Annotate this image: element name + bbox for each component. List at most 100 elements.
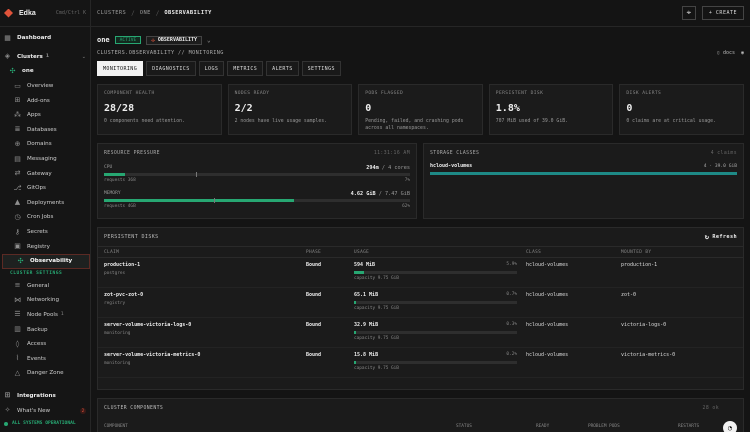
network-icon: ⋈ [14, 295, 21, 304]
page-subtitle: CLUSTERS.OBSERVABILITY // MONITORING [97, 50, 224, 56]
page-subheader: CLUSTERS.OBSERVABILITY // MONITORING ▯ d… [97, 48, 744, 58]
sidebar-item-messaging[interactable]: ▤ Messaging [0, 152, 90, 167]
components-count: 28 ok [702, 405, 719, 411]
table-row[interactable]: zot-pvc-zot-0 registry Bound 65.1 MiB 0.7%… [98, 288, 743, 318]
database-icon: ≣ [14, 125, 21, 134]
sidebar-item-label: Messaging [27, 156, 57, 163]
sidebar-item-label: Apps [27, 112, 41, 119]
sidebar-item-databases[interactable]: ≣ Databases [0, 123, 90, 138]
cluster-settings-heading: CLUSTER SETTINGS [10, 271, 63, 276]
tab-metrics[interactable]: METRICS [227, 61, 264, 76]
column-header[interactable]: MOUNTED BY [621, 250, 737, 255]
rocket-icon: ▲ [14, 198, 21, 207]
docs-link[interactable]: ▯ docs [717, 50, 735, 56]
assistant-button[interactable]: ◔ [723, 421, 737, 432]
sidebar-item-secrets[interactable]: ⚷ Secrets [0, 225, 90, 240]
sidebar-item-gateway[interactable]: ⇄ Gateway [0, 166, 90, 181]
claim-usage-percent: 0.2% [506, 352, 517, 357]
stats-row: COMPONENT HEALTH 28/28 0 components need… [97, 84, 744, 135]
section-selector[interactable]: ✣ OBSERVABILITY [146, 35, 203, 45]
panel-timestamp: 11:31:16 AM [373, 150, 410, 156]
cluster-switch-button[interactable]: ⌖ [681, 6, 696, 20]
sidebar-item-danger-zone[interactable]: △ Danger Zone [0, 366, 90, 381]
sidebar-item-access[interactable]: ◊ Access [0, 337, 90, 352]
table-body: production-1 postgres Bound 594 MiB 5.9% ca… [98, 258, 743, 378]
tab-alerts[interactable]: ALERTS [266, 61, 299, 76]
claim-mounted-by: victoria-logs-0 [621, 322, 667, 328]
claim-class: hcloud-volumes [526, 292, 569, 298]
sidebar-item-node-pools[interactable]: ☰ Node Pools 1 [0, 308, 90, 323]
sidebar-item-label: Observability [30, 258, 73, 265]
github-icon[interactable]: ◉ [741, 50, 744, 56]
monitor-icon: ▭ [14, 81, 21, 90]
claim-name: production-1 [104, 262, 141, 268]
cluster-icon: ✣ [9, 66, 16, 75]
sidebar-item-label: Registry [27, 243, 50, 250]
sidebar-item-events[interactable]: ⌇ Events [0, 351, 90, 366]
tab-logs[interactable]: LOGS [198, 61, 225, 76]
column-header[interactable]: RESTARTS [678, 424, 699, 429]
claim-phase: Bound [306, 292, 322, 298]
column-header[interactable]: COMPONENT [104, 424, 456, 429]
sidebar-item-deployments[interactable]: ▲ Deployments [0, 196, 90, 211]
stat-card-component-health: COMPONENT HEALTH 28/28 0 components need… [97, 84, 222, 135]
sidebar-item-cluster-one[interactable]: ✣ one [0, 64, 90, 79]
sidebar-item-integrations[interactable]: ⊞ Integrations [0, 389, 90, 404]
tab-diagnostics[interactable]: DIAGNOSTICS [146, 61, 196, 76]
sidebar-item-apps[interactable]: ⁂ Apps [0, 108, 90, 123]
table-header: COMPONENT STATUS READY PROBLEM PODS REST… [104, 424, 737, 429]
cpu-usage-bar [104, 172, 410, 177]
stat-card-persistent-disk: PERSISTENT DISK 1.8% 707 MiB used of 39.… [488, 84, 614, 135]
table-row[interactable]: server-volume-victoria-metrics-0 monitori… [98, 348, 743, 378]
page-header: one ACTIVE ✣ OBSERVABILITY ⌄ [97, 34, 744, 46]
tab-monitoring[interactable]: MONITORING [97, 61, 144, 76]
sidebar-item-observability[interactable]: ✣ Observability [2, 253, 90, 269]
sidebar-item-backup[interactable]: ▥ Backup [0, 322, 90, 337]
brand[interactable]: Edka Cmd/Ctrl K [0, 0, 90, 27]
column-header[interactable]: STATUS [456, 424, 536, 429]
storage-class-bar [430, 172, 737, 175]
create-button[interactable]: + CREATE [701, 6, 744, 20]
sidebar-item-dashboard[interactable]: ▦ Dashboard [0, 31, 90, 46]
cpu-used: 294m [366, 164, 379, 171]
column-header[interactable]: CLAIM [104, 250, 306, 255]
claim-usage-bar [354, 301, 517, 304]
panel-title: CLUSTER COMPONENTS [104, 405, 164, 411]
table-header: CLAIM PHASE USAGE CLASS MOUNTED BY [98, 246, 743, 258]
column-header[interactable]: CLASS [526, 250, 621, 255]
sidebar-item-label: General [27, 282, 50, 289]
sidebar-item-networking[interactable]: ⋈ Networking [0, 293, 90, 308]
sidebar-item-domains[interactable]: ⊕ Domains [0, 137, 90, 152]
memory-percent: 62% [402, 204, 410, 209]
refresh-button[interactable]: ↻ Refresh [705, 233, 737, 241]
breadcrumb-cluster[interactable]: ONE [140, 10, 151, 16]
chevron-down-icon[interactable]: ⌄ [82, 54, 86, 60]
cpu-requests: requests 368 [104, 178, 136, 183]
sidebar-item-overview[interactable]: ▭ Overview [0, 79, 90, 94]
column-header[interactable]: PROBLEM PODS [588, 424, 678, 429]
column-header[interactable]: READY [536, 424, 588, 429]
sidebar-item-label: Cron Jobs [27, 214, 54, 221]
column-header[interactable]: PHASE [306, 250, 354, 255]
table-row[interactable]: production-1 postgres Bound 594 MiB 5.9% ca… [98, 258, 743, 288]
panel-title: RESOURCE PRESSURE [104, 150, 160, 156]
sidebar-item-add-ons[interactable]: ⊞ Add-ons [0, 93, 90, 108]
tab-settings[interactable]: SETTINGS [301, 61, 341, 76]
sidebar-item-label: Overview [27, 83, 54, 90]
sidebar-item-gitops[interactable]: ⎇ GitOps [0, 181, 90, 196]
column-header[interactable]: USAGE [354, 250, 526, 255]
stat-value: 0 [626, 103, 633, 114]
breadcrumb-clusters[interactable]: CLUSTERS [97, 10, 126, 16]
sidebar-item-whats-new[interactable]: ✧ What's New 2 [0, 403, 90, 418]
sidebar-item-cron-jobs[interactable]: ◷ Cron Jobs [0, 210, 90, 225]
memory-usage-fill [104, 199, 294, 202]
command-palette-shortcut[interactable]: Cmd/Ctrl K [56, 10, 86, 16]
sidebar-item-registry[interactable]: ▣ Registry [0, 239, 90, 254]
sidebar-item-label: Deployments [27, 199, 65, 206]
stat-label: PODS FLAGGED [365, 91, 404, 96]
chevron-down-icon[interactable]: ⌄ [207, 37, 211, 44]
sidebar-item-general[interactable]: ≡ General [0, 279, 90, 294]
table-row[interactable]: server-volume-victoria-logs-0 monitoring … [98, 318, 743, 348]
claim-name: server-volume-victoria-metrics-0 [104, 352, 201, 358]
sidebar-item-clusters[interactable]: ◈ Clusters 1 ⌄ [0, 50, 90, 65]
